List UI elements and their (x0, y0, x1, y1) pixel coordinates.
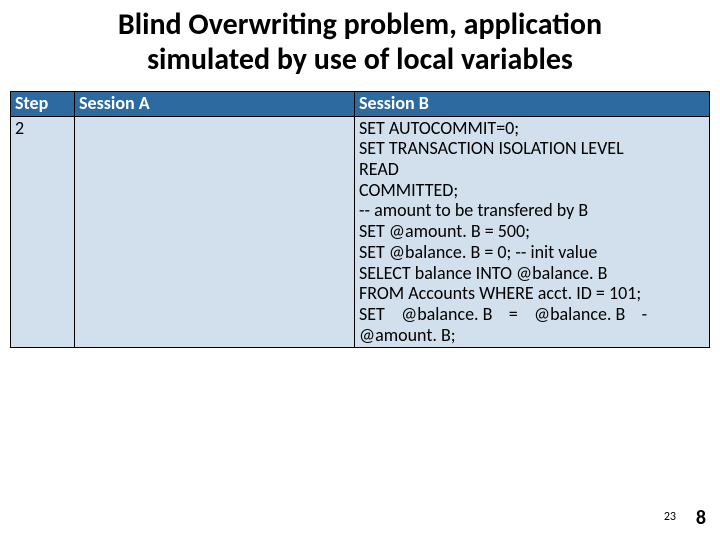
cell-session-b: SET AUTOCOMMIT=0; SET TRANSACTION ISOLAT… (355, 116, 710, 348)
cell-session-a (75, 116, 355, 348)
code-line: SET @amount. B = 500; (359, 221, 705, 242)
table-header-row: Step Session A Session B (11, 92, 710, 117)
code-line: SET TRANSACTION ISOLATION LEVEL (359, 138, 705, 159)
code-line: -- amount to be transfered by B (359, 200, 705, 221)
code-line: @amount. B; (359, 325, 705, 346)
code-line: COMMITTED; (359, 180, 705, 201)
code-line: SET @balance. B = @balance. B - (359, 304, 705, 325)
col-session-a-header: Session A (75, 92, 355, 117)
title-line-2: simulated by use of local variables (147, 41, 573, 78)
col-session-b-header: Session B (355, 92, 710, 117)
page-number: 8 (696, 506, 706, 530)
session-b-code: SET AUTOCOMMIT=0; SET TRANSACTION ISOLAT… (359, 118, 705, 346)
table-container: Step Session A Session B 2 SET AUTOCOMMI… (10, 91, 710, 348)
sessions-table: Step Session A Session B 2 SET AUTOCOMMI… (10, 91, 710, 348)
slide-title: Blind Overwriting problem, application s… (0, 0, 720, 83)
inner-slide-number: 23 (664, 510, 676, 524)
code-line: SET @balance. B = 0; -- init value (359, 242, 705, 263)
code-line: READ (359, 159, 705, 180)
code-line: SELECT balance INTO @balance. B (359, 263, 705, 284)
code-line: SET AUTOCOMMIT=0; (359, 118, 705, 139)
title-line-1: Blind Overwriting problem, application (118, 6, 602, 43)
slide: Blind Overwriting problem, application s… (0, 0, 720, 540)
col-step-header: Step (11, 92, 75, 117)
cell-step: 2 (11, 116, 75, 348)
table-row: 2 SET AUTOCOMMIT=0; SET TRANSACTION ISOL… (11, 116, 710, 348)
code-line: FROM Accounts WHERE acct. ID = 101; (359, 283, 705, 304)
